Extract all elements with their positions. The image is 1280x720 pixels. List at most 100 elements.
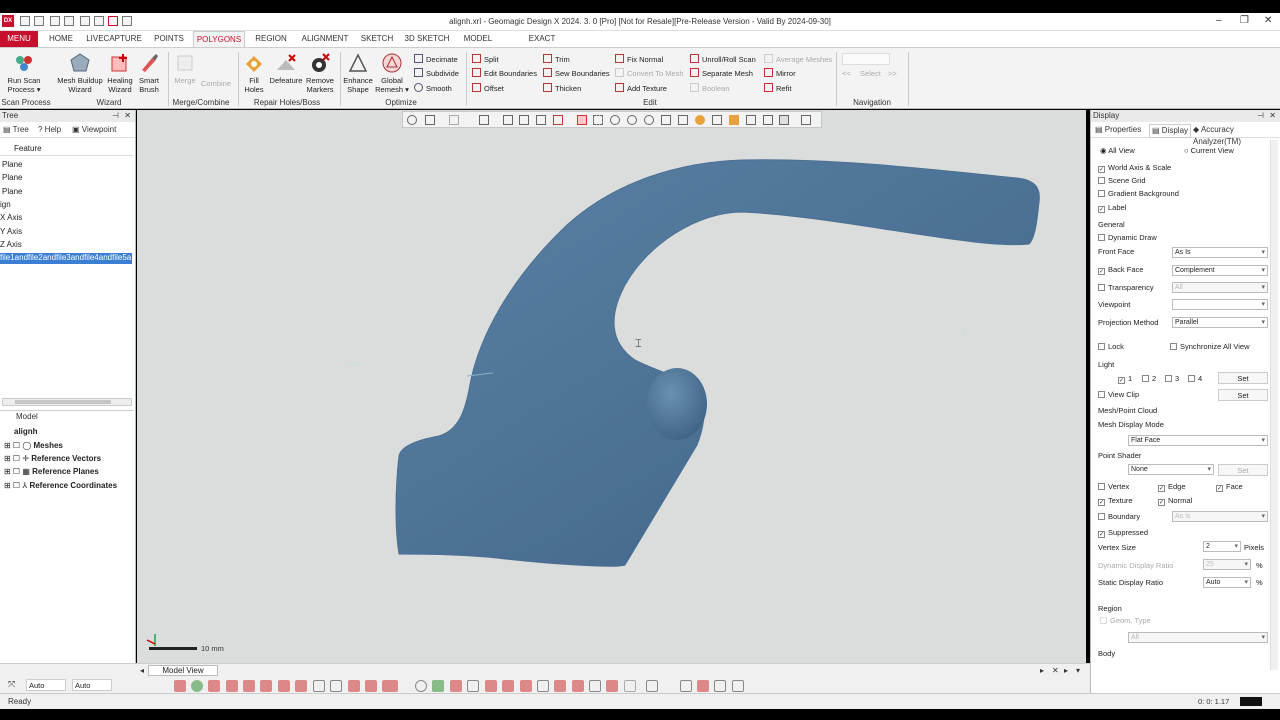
report-icon[interactable] [732, 680, 744, 692]
feature-item[interactable]: Y Axis [0, 227, 22, 236]
app-logo-icon[interactable]: DX [2, 15, 14, 27]
model-view-tab[interactable]: Model View [148, 665, 218, 676]
selection-filter-icon[interactable]: ⤧ [8, 679, 15, 690]
point-shader-set-button[interactable]: Set [1218, 464, 1268, 476]
dynamic-draw-checkbox[interactable]: Dynamic Draw [1098, 233, 1157, 242]
front-face-dropdown[interactable]: As Is [1172, 247, 1268, 258]
close-view-icon[interactable]: ✕ [1052, 666, 1059, 675]
import-icon[interactable] [80, 16, 90, 26]
defeature-button[interactable]: Defeature [268, 52, 304, 85]
tab-tree[interactable]: ▤ Tree [3, 124, 29, 136]
filter-curve-icon[interactable] [572, 680, 584, 692]
light-1-checkbox[interactable]: ✓ 1 [1118, 374, 1132, 384]
boundary-checkbox[interactable]: Boundary [1098, 512, 1140, 521]
auto-select-dropdown[interactable]: Auto [26, 679, 66, 691]
sew-boundaries-button[interactable]: Sew Boundaries [543, 68, 610, 80]
add-texture-button[interactable]: Add Texture [615, 83, 667, 95]
lock-checkbox[interactable]: Lock [1098, 342, 1124, 351]
model-item-meshes[interactable]: ⊞ ☐ ◯ Meshes [4, 441, 63, 450]
menu-tab-home[interactable]: HOME [44, 31, 78, 47]
healing-wizard-button[interactable]: Healing Wizard [104, 52, 136, 94]
measure-icon[interactable] [680, 680, 692, 692]
menu-tab-menu[interactable]: MENU [0, 31, 38, 47]
view-clip-checkbox[interactable]: View Clip [1098, 390, 1139, 399]
light-2-checkbox[interactable]: 2 [1142, 374, 1156, 383]
tab-accuracy-analyzer[interactable]: ◆ Accuracy Analyzer(TM) [1193, 124, 1280, 148]
face-checkbox[interactable]: ✓ Face [1216, 482, 1243, 492]
back-face-dropdown[interactable]: Complement [1172, 265, 1268, 276]
unroll-roll-scan-button[interactable]: Unroll/Roll Scan [690, 54, 756, 66]
vertex-checkbox[interactable]: Vertex [1098, 482, 1129, 491]
trim-button[interactable]: Trim [543, 54, 570, 66]
edit-boundaries-button[interactable]: Edit Boundaries [472, 68, 537, 80]
filter-sketch-icon[interactable] [520, 680, 532, 692]
back-face-checkbox[interactable]: ✓ Back Face [1098, 265, 1143, 275]
world-axis-checkbox[interactable]: ✓ World Axis & Scale [1098, 163, 1171, 173]
region-select-icon[interactable] [226, 680, 238, 692]
scene-grid-checkbox[interactable]: Scene Grid [1098, 176, 1146, 185]
body-select-icon[interactable] [295, 680, 307, 692]
combine-button[interactable]: Combine [198, 79, 234, 88]
sync-all-checkbox[interactable]: Synchronize All View [1170, 342, 1249, 351]
pin-icon[interactable]: ⊣ [1257, 110, 1264, 122]
filter-ref-icon[interactable] [537, 680, 549, 692]
label-checkbox[interactable]: ✓ Label [1098, 203, 1126, 213]
face-select-icon[interactable] [243, 680, 255, 692]
dynamic-ratio-input[interactable]: 25 [1203, 559, 1251, 570]
viewpoint-dropdown[interactable] [1172, 299, 1268, 310]
nav-next-button[interactable]: >> [888, 68, 897, 80]
menu-tab-points[interactable]: POINTS [150, 31, 188, 47]
minimize-button[interactable]: – [1216, 15, 1222, 26]
sketch-select-icon[interactable] [382, 680, 398, 692]
subdivide-button[interactable]: Subdivide [414, 68, 459, 80]
filter-edge-icon[interactable] [467, 680, 479, 692]
decimate-button[interactable]: Decimate [414, 54, 458, 66]
light-4-checkbox[interactable]: 4 [1188, 374, 1202, 383]
point-select-icon[interactable] [365, 680, 377, 692]
smart-brush-button[interactable]: Smart Brush [134, 52, 164, 94]
menu-tab-livecapture[interactable]: LIVECAPTURE [86, 31, 142, 47]
light-3-checkbox[interactable]: 3 [1165, 374, 1179, 383]
boundary-dropdown[interactable]: As Is [1172, 511, 1268, 522]
clipboard-icon[interactable] [646, 680, 658, 692]
next-view-arrow[interactable]: ▸ [1040, 666, 1044, 675]
plane-select-icon[interactable] [330, 680, 342, 692]
save-as-icon[interactable] [64, 16, 74, 26]
view-clip-set-button[interactable]: Set [1218, 389, 1268, 401]
region-dropdown[interactable]: All [1128, 632, 1268, 643]
redo-icon[interactable] [122, 16, 132, 26]
feature-item[interactable]: Plane [2, 160, 22, 169]
scanned-part-mesh[interactable] [395, 159, 1040, 567]
deviation-icon[interactable] [697, 680, 709, 692]
model-item-reference-planes[interactable]: ⊞ ☐ ▦ Reference Planes [4, 467, 99, 476]
feature-item[interactable]: Plane [2, 187, 22, 196]
vector-select-icon[interactable] [348, 680, 360, 692]
open-file-icon[interactable] [34, 16, 44, 26]
export-icon[interactable] [94, 16, 104, 26]
all-view-radio[interactable]: ◉ All View [1100, 146, 1135, 155]
auto-mode-dropdown[interactable]: Auto [72, 679, 112, 691]
close-button[interactable]: ✕ [1264, 15, 1272, 26]
model-viewport[interactable]: ⌶ 10 mm [137, 110, 1086, 663]
menu-tab-3d-sketch[interactable]: 3D SKETCH [404, 31, 450, 47]
fix-normal-button[interactable]: Fix Normal [615, 54, 663, 66]
maximize-button[interactable]: ❐ [1240, 15, 1249, 26]
mesh-display-mode-dropdown[interactable]: Flat Face [1128, 435, 1268, 446]
display-panel-scrollbar[interactable] [1270, 140, 1278, 670]
boolean-button[interactable]: Boolean [690, 83, 730, 95]
menu-tab-exact-surfacing[interactable]: EXACT SURFACING [505, 31, 579, 59]
filter-mesh-icon[interactable] [589, 680, 601, 692]
merge-button[interactable]: Merge [170, 52, 200, 85]
menu-tab-polygons[interactable]: POLYGONS [193, 31, 245, 47]
filter-vertex-icon[interactable] [485, 680, 497, 692]
nav-select-button[interactable]: Select [860, 68, 881, 80]
point-shader-dropdown[interactable]: None [1128, 464, 1214, 475]
view-menu-icon[interactable]: ▸ [1064, 666, 1068, 675]
tab-properties[interactable]: ▤ Properties [1095, 124, 1141, 136]
prev-view-arrow[interactable]: ◂ [140, 666, 144, 675]
mirror-button[interactable]: Mirror [764, 68, 796, 80]
navigation-dropdown[interactable] [842, 53, 890, 65]
tab-viewpoint[interactable]: ▣ Viewpoint [72, 124, 116, 136]
average-meshes-button[interactable]: Average Meshes [764, 54, 832, 66]
model-root[interactable]: alignh [14, 427, 38, 436]
